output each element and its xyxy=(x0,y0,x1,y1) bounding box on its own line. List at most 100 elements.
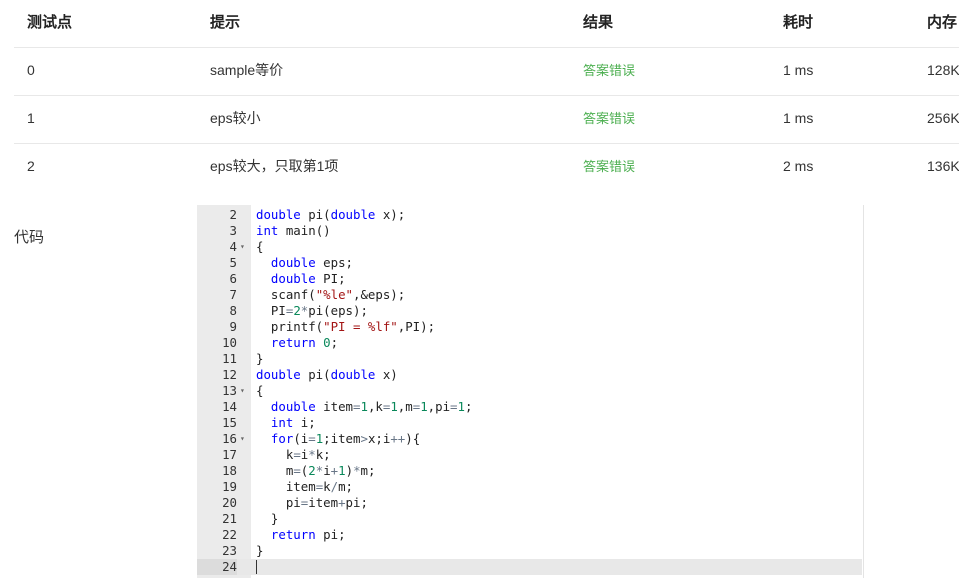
code-text: double eps; xyxy=(270,255,353,270)
code-line[interactable]: 24 xyxy=(197,559,862,575)
line-number: 9 xyxy=(229,319,237,334)
memory-value: 256K xyxy=(927,110,959,126)
test-hint: eps较大，只取第1项 xyxy=(210,158,339,174)
table-row: 1 eps较小 答案错误 1 ms 256K xyxy=(14,96,959,144)
code-text: scanf("%le",&eps); xyxy=(256,287,406,302)
result-status: 答案错误 xyxy=(583,111,636,126)
code-text: item=k/m; xyxy=(256,479,354,494)
line-number: 12 xyxy=(222,367,237,382)
code-text: double pi(double x); xyxy=(256,207,406,222)
code-line[interactable]: 23} xyxy=(197,543,862,559)
code-text: pi=item+pi; xyxy=(256,495,368,510)
test-point-id: 1 xyxy=(27,110,35,126)
line-number: 23 xyxy=(222,543,237,558)
table-row: 0 sample等价 答案错误 1 ms 128K xyxy=(14,48,959,96)
line-number: 4 xyxy=(229,239,237,254)
line-number: 8 xyxy=(229,303,237,318)
code-text: double PI; xyxy=(270,271,346,286)
code-line[interactable]: 19 item=k/m; xyxy=(197,479,862,495)
code-text: PI=2*pi(eps); xyxy=(256,303,368,318)
code-text: printf("PI = %lf",PI); xyxy=(256,319,436,334)
header-result: 结果 xyxy=(583,14,614,31)
code-line[interactable]: 18 m=(2*i+1)*m; xyxy=(197,463,862,479)
code-line[interactable]: 11} xyxy=(197,351,862,367)
code-text: { xyxy=(256,239,264,254)
line-number: 3 xyxy=(229,223,237,238)
text-cursor xyxy=(256,560,257,574)
code-text: k=i*k; xyxy=(256,447,331,462)
code-line[interactable]: 8 PI=2*pi(eps); xyxy=(197,303,862,319)
code-line[interactable]: 16 ▾ for(i=1;item>x;i++){ xyxy=(197,431,862,447)
results-table: 测试点 提示 结果 耗时 内存 0 sample等价 答案错误 1 ms 128… xyxy=(14,0,959,191)
code-line[interactable]: 7 scanf("%le",&eps); xyxy=(197,287,862,303)
code-line[interactable]: 4 ▾ { xyxy=(197,239,862,255)
header-time: 耗时 xyxy=(783,14,814,31)
code-editor[interactable]: 2 double pi(double x); 3 int main() 4 ▾{5 dou… xyxy=(197,205,862,578)
line-number: 15 xyxy=(222,415,237,430)
line-number: 24 xyxy=(197,559,237,575)
time-value: 1 ms xyxy=(783,110,814,126)
code-line[interactable]: 12 double pi(double x) xyxy=(197,367,862,383)
code-line[interactable]: 15 int i; xyxy=(197,415,862,431)
line-number: 16 xyxy=(222,431,237,446)
line-number: 22 xyxy=(222,527,237,542)
code-text: for(i=1;item>x;i++){ xyxy=(270,431,421,446)
line-number: 18 xyxy=(222,463,237,478)
code-line[interactable]: 21 } xyxy=(197,511,862,527)
code-text: } xyxy=(256,543,264,558)
line-number: 2 xyxy=(229,207,237,222)
code-line[interactable]: 17 k=i*k; xyxy=(197,447,862,463)
result-status: 答案错误 xyxy=(583,63,636,78)
fold-arrow-icon[interactable]: ▾ xyxy=(240,431,245,447)
line-number: 7 xyxy=(229,287,237,302)
table-header-row: 测试点 提示 结果 耗时 内存 xyxy=(14,0,959,48)
result-status: 答案错误 xyxy=(583,159,636,174)
code-text: return 0; xyxy=(270,335,339,350)
code-line[interactable]: 14 double item=1,k=1,m=1,pi=1; xyxy=(197,399,862,415)
code-line[interactable]: 10 return 0; xyxy=(197,335,862,351)
code-text: { xyxy=(256,383,264,398)
code-text: } xyxy=(256,351,264,366)
code-text: int i; xyxy=(270,415,316,430)
memory-value: 128K xyxy=(927,62,959,78)
code-text: int main() xyxy=(256,223,331,238)
line-number: 10 xyxy=(222,335,237,350)
fold-arrow-icon[interactable]: ▾ xyxy=(240,239,245,255)
code-label: 代码 xyxy=(14,229,45,246)
code-line[interactable]: 5 double eps; xyxy=(197,255,862,271)
header-test-point: 测试点 xyxy=(27,14,73,31)
line-number: 13 xyxy=(222,383,237,398)
fold-arrow-icon[interactable]: ▾ xyxy=(240,383,245,399)
test-hint: sample等价 xyxy=(210,62,284,78)
line-number: 21 xyxy=(222,511,237,526)
header-memory: 内存 xyxy=(927,14,958,31)
code-line[interactable]: 13 ▾ { xyxy=(197,383,862,399)
header-hint: 提示 xyxy=(210,14,241,31)
table-row: 2 eps较大，只取第1项 答案错误 2 ms 136K xyxy=(14,144,959,191)
code-text: return pi; xyxy=(270,527,346,542)
code-line[interactable]: 3 int main() xyxy=(197,223,862,239)
editor-divider xyxy=(863,205,864,578)
time-value: 1 ms xyxy=(783,62,814,78)
code-text: double pi(double x) xyxy=(256,367,398,382)
line-number: 14 xyxy=(222,399,237,414)
line-number: 6 xyxy=(229,271,237,286)
line-number: 19 xyxy=(222,479,237,494)
test-hint: eps较小 xyxy=(210,110,261,126)
code-line[interactable]: 6 double PI; xyxy=(197,271,862,287)
code-line[interactable]: 9 printf("PI = %lf",PI); xyxy=(197,319,862,335)
code-text: m=(2*i+1)*m; xyxy=(256,463,376,478)
code-line[interactable]: 20 pi=item+pi; xyxy=(197,495,862,511)
test-point-id: 0 xyxy=(27,62,35,78)
code-line[interactable]: 2 double pi(double x); xyxy=(197,207,862,223)
memory-value: 136K xyxy=(927,158,959,174)
test-point-id: 2 xyxy=(27,158,35,174)
line-number: 5 xyxy=(229,255,237,270)
line-number: 17 xyxy=(222,447,237,462)
line-number: 11 xyxy=(222,351,237,366)
code-line[interactable]: 22 return pi; xyxy=(197,527,862,543)
line-number: 20 xyxy=(222,495,237,510)
time-value: 2 ms xyxy=(783,158,814,174)
code-text: double item=1,k=1,m=1,pi=1; xyxy=(270,399,473,414)
code-text: } xyxy=(256,511,279,526)
